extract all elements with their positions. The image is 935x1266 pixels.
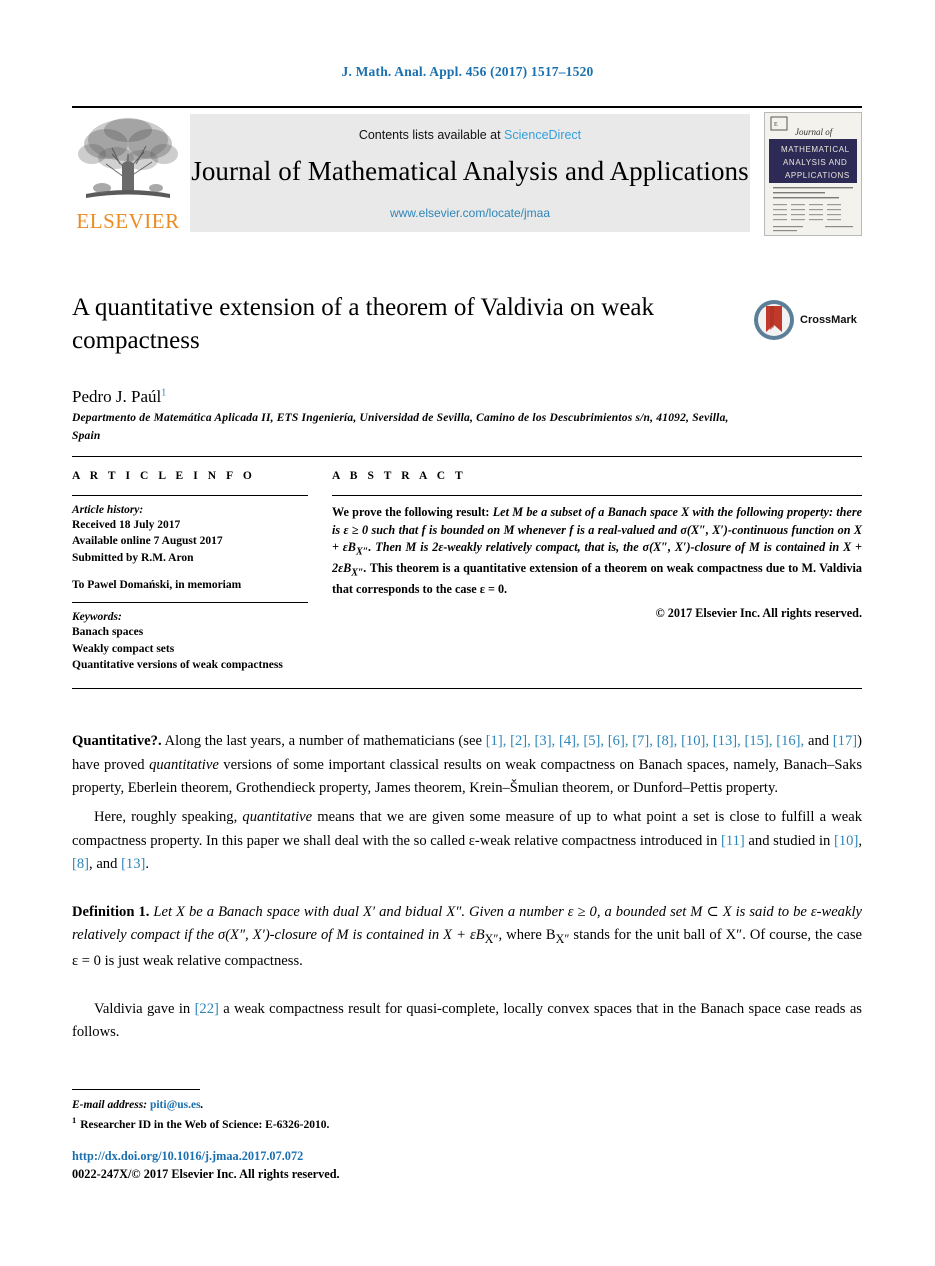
contents-prefix: Contents lists available at — [358, 128, 505, 142]
p2-emphasis: quantitative — [242, 808, 313, 825]
elsevier-tree-icon — [78, 118, 178, 198]
abstract-subscript: X″ — [355, 546, 369, 558]
paragraph-lead-quantitative: Quantitative?. — [72, 733, 162, 749]
keywords-block: Keywords: Banach spaces Weakly compact s… — [72, 602, 308, 673]
svg-text:E: E — [774, 122, 778, 128]
svg-text:MATHEMATICAL: MATHEMATICAL — [781, 145, 850, 154]
issn-copyright-line: 0022-247X/© 2017 Elsevier Inc. All right… — [72, 1166, 340, 1181]
doi-block: http://dx.doi.org/10.1016/j.jmaa.2017.07… — [72, 1148, 672, 1184]
journal-cover-thumbnail: E Journal of MATHEMATICAL ANALYSIS AND A… — [764, 112, 862, 236]
masthead-center: Contents lists available at ScienceDirec… — [190, 114, 750, 232]
p1-text-a: Along the last years, a number of mathem… — [161, 733, 486, 749]
email-footnote: E-mail address: piti@us.es. — [72, 1097, 672, 1114]
p2-text-a: Here, roughly speaking, — [94, 808, 243, 825]
elsevier-wordmark: ELSEVIER — [76, 209, 180, 233]
definition-subscript: X″ — [555, 932, 570, 947]
elsevier-logo: ELSEVIER — [72, 114, 184, 234]
article-history-label: Article history: — [72, 504, 144, 516]
abstract-heading: A B S T R A C T — [332, 470, 467, 482]
page-title: A quantitative extension of a theorem of… — [72, 294, 655, 354]
keyword-item: Banach spaces — [72, 626, 144, 639]
article-info-column: A R T I C L E I N F O Article history: R… — [72, 470, 308, 673]
abstract-text: We prove the following result: Let M be … — [332, 504, 862, 599]
abstract-tail: This theorem is a quantitative extension… — [332, 561, 862, 597]
abstract-subscript: X″ — [351, 567, 364, 579]
svg-text:APPLICATIONS: APPLICATIONS — [785, 171, 850, 180]
history-available-online: Available online 7 August 2017 — [72, 535, 223, 548]
doi-link[interactable]: http://dx.doi.org/10.1016/j.jmaa.2017.07… — [72, 1148, 672, 1166]
journal-url-link[interactable]: www.elsevier.com/locate/jmaa — [190, 206, 750, 220]
paper-page: J. Math. Anal. Appl. 456 (2017) 1517–152… — [0, 0, 935, 1266]
crossmark-label: CrossMark — [800, 314, 857, 326]
citation-17[interactable]: [17] — [833, 733, 857, 749]
citation-8[interactable]: [8] — [72, 856, 89, 872]
email-label: E-mail address: — [72, 1099, 150, 1111]
keyword-item: Weakly compact sets — [72, 642, 175, 655]
definition-label: Definition 1. — [72, 903, 150, 920]
abstract-statement-end: . — [363, 561, 367, 576]
email-link[interactable]: piti@us.es — [150, 1099, 201, 1111]
info-rule — [72, 495, 308, 496]
citation-group-1[interactable]: [1], [2], [3], [4], [5], [6], [7], [8], … — [486, 733, 805, 749]
keywords-label: Keywords: — [72, 611, 122, 624]
p2-sep: , — [858, 832, 862, 849]
footnotes: E-mail address: piti@us.es. 1 Researcher … — [72, 1097, 672, 1134]
journal-title: Journal of Mathematical Analysis and App… — [191, 156, 749, 186]
citation-11[interactable]: [11] — [721, 833, 745, 849]
footnote-1: 1 Researcher ID in the Web of Science: E-… — [72, 1114, 672, 1134]
definition-subscript: X″ — [484, 932, 499, 947]
p1-and: and — [804, 733, 833, 749]
p2-period: . — [145, 856, 150, 873]
title-block: A quantitative extension of a theorem of… — [72, 292, 732, 407]
keywords-rule — [72, 602, 308, 604]
cover-artwork: E Journal of MATHEMATICAL ANALYSIS AND A… — [765, 113, 861, 235]
abstract-lead: We prove the following result: — [332, 505, 493, 519]
citation-13[interactable]: [13] — [121, 856, 145, 872]
svg-text:ANALYSIS AND: ANALYSIS AND — [783, 158, 847, 167]
body-paragraph-1: Quantitative?. Along the last years, a n… — [72, 730, 862, 801]
divider-top — [72, 456, 862, 457]
body-paragraph-2: Here, roughly speaking, quantitative mea… — [72, 806, 862, 877]
divider-bottom — [72, 688, 862, 689]
footnote-marker: 1 — [72, 1115, 77, 1126]
article-info-heading: A R T I C L E I N F O — [72, 470, 256, 482]
p2-text-c: and studied in — [744, 832, 835, 849]
journal-masthead: ELSEVIER Contents lists available at Sci… — [72, 106, 862, 236]
sciencedirect-link[interactable]: ScienceDirect — [504, 128, 581, 142]
affiliation: Departmento de Matemática Aplicada II, E… — [72, 412, 729, 442]
author-footnote-marker[interactable]: 1 — [161, 387, 166, 398]
keyword-item: Quantitative versions of weak compactnes… — [72, 658, 283, 671]
author-line: Pedro J. Paúl1 — [72, 387, 732, 407]
svg-text:Journal of: Journal of — [795, 127, 834, 137]
footnote-rule — [72, 1089, 200, 1090]
p4-text-a: Valdivia gave in — [94, 1000, 195, 1017]
abstract-column: A B S T R A C T We prove the following r… — [332, 470, 862, 621]
email-period: . — [200, 1099, 204, 1111]
author-name: Pedro J. Paúl — [72, 387, 162, 406]
p1-emphasis: quantitative — [149, 756, 219, 773]
citation-22[interactable]: [22] — [195, 1001, 219, 1017]
body-paragraph-4: Valdivia gave in [22] a weak compactness… — [72, 998, 862, 1045]
history-submitted-by: Submitted by R.M. Aron — [72, 551, 194, 564]
p2-text-e: , and — [89, 856, 122, 873]
citation-10[interactable]: [10] — [834, 833, 858, 849]
running-head: J. Math. Anal. Appl. 456 (2017) 1517–152… — [341, 64, 594, 79]
abstract-rule — [332, 495, 862, 496]
crossmark-icon — [754, 300, 794, 340]
dedication: To Pawel Domański, in memoriam — [72, 578, 242, 591]
history-received: Received 18 July 2017 — [72, 519, 181, 531]
definition-1: Definition 1. Let X be a Banach space wi… — [72, 901, 862, 974]
definition-text-2: , where B — [498, 927, 556, 944]
body-column: Quantitative?. Along the last years, a n… — [72, 730, 862, 1050]
footnote-text: Researcher ID in the Web of Science: E-6… — [80, 1119, 330, 1132]
crossmark-badge[interactable]: CrossMark — [752, 298, 862, 348]
contents-available-line: Contents lists available at ScienceDirec… — [190, 128, 750, 142]
abstract-copyright: © 2017 Elsevier Inc. All rights reserved… — [655, 605, 862, 620]
